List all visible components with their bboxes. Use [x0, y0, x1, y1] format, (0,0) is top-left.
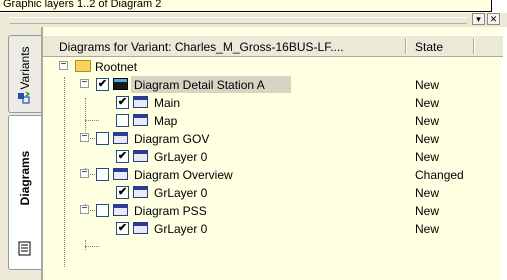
column-separator[interactable] [473, 38, 475, 54]
folder-icon [75, 60, 91, 72]
pin-dropdown-button[interactable]: ▾ [472, 13, 485, 25]
visibility-checkbox[interactable]: ✔ [96, 78, 109, 91]
tree-node-label: Main [154, 96, 181, 110]
tree-node-label: GrLayer 0 [154, 186, 208, 200]
state-value: Changed [415, 168, 464, 182]
column-header-state[interactable]: State [415, 40, 443, 54]
variants-icon [18, 91, 31, 104]
tree-node-label: Diagram Overview [134, 168, 233, 182]
visibility-checkbox[interactable] [116, 114, 129, 127]
diagram-icon [113, 168, 128, 180]
visibility-checkbox[interactable] [96, 168, 109, 181]
tree-node-label: GrLayer 0 [154, 150, 208, 164]
layer-icon [133, 150, 148, 162]
visibility-checkbox[interactable]: ✔ [116, 222, 129, 235]
collapse-toggle[interactable]: − [59, 60, 68, 70]
close-button[interactable]: ✕ [487, 13, 500, 25]
diagram-icon [113, 204, 128, 216]
layer-icon [133, 222, 148, 234]
state-value: New [415, 132, 440, 146]
tree-node-diagram[interactable]: − Diagram GOV New [43, 130, 503, 148]
tree-node-layer[interactable]: Map New [43, 112, 503, 130]
layer-icon [133, 114, 148, 126]
column-header-name[interactable]: Diagrams for Variant: Charles_M_Gross-16… [59, 40, 344, 54]
collapse-toggle[interactable]: − [80, 204, 89, 214]
visibility-checkbox[interactable]: ✔ [116, 96, 129, 109]
tab-variants-label: Variants [18, 46, 32, 90]
collapse-toggle[interactable]: − [80, 168, 89, 178]
column-separator[interactable] [405, 38, 407, 54]
tree-node-diagram[interactable]: − ✔ Diagram Detail Station A New [43, 76, 503, 94]
tree-node-diagram[interactable]: − Diagram Overview Changed [43, 166, 503, 184]
state-value: New [415, 78, 440, 92]
drag-grip[interactable] [10, 17, 467, 24]
tree-node-layer[interactable]: ✔ GrLayer 0 New [43, 148, 503, 166]
diagram-icon [113, 78, 128, 90]
layer-icon [133, 186, 148, 198]
tree-node-label: Diagram Detail Station A [134, 78, 265, 92]
tree-node-layer[interactable]: ✔ GrLayer 0 New [43, 220, 503, 238]
visibility-checkbox[interactable]: ✔ [116, 186, 129, 199]
panel-titlebar: ▾ ✕ [0, 13, 507, 27]
diagram-icon [113, 132, 128, 144]
visibility-checkbox[interactable] [96, 132, 109, 145]
tree-node-label: GrLayer 0 [154, 222, 208, 236]
side-tab-strip: Variants Diagrams [0, 27, 42, 280]
tab-variants[interactable]: Variants [8, 35, 41, 113]
tree-node-label: Diagram PSS [134, 204, 207, 218]
state-value: New [415, 150, 440, 164]
tooltip: Graphic layers 1..2 of Diagram 2 [0, 0, 492, 12]
tree-connector [85, 246, 99, 247]
tree-node-layer[interactable]: ✔ Main New [43, 94, 503, 112]
state-value: New [415, 222, 440, 236]
tab-diagrams[interactable]: Diagrams [8, 115, 41, 270]
tree-connector [85, 240, 86, 250]
visibility-checkbox[interactable] [96, 204, 109, 217]
diagrams-icon [18, 241, 31, 256]
collapse-toggle[interactable]: − [80, 78, 89, 88]
column-header: Diagrams for Variant: Charles_M_Gross-16… [43, 35, 503, 57]
tree-node-label: Map [154, 114, 178, 128]
tree-node-label: Rootnet [95, 60, 138, 74]
tree-node-diagram[interactable]: − Diagram PSS New [43, 202, 503, 220]
tree-node-layer[interactable]: ✔ GrLayer 0 New [43, 184, 503, 202]
collapse-toggle[interactable]: − [80, 132, 89, 142]
visibility-checkbox[interactable]: ✔ [116, 150, 129, 163]
state-value: New [415, 204, 440, 218]
state-value: New [415, 96, 440, 110]
tree-node-label: Diagram GOV [134, 132, 210, 146]
tree-node-rootnet[interactable]: − Rootnet [43, 58, 503, 76]
state-value: New [415, 114, 440, 128]
tooltip-text: Graphic layers 1..2 of Diagram 2 [3, 0, 162, 10]
diagrams-tree-panel: Diagrams for Variant: Charles_M_Gross-16… [42, 27, 503, 280]
state-value: New [415, 186, 440, 200]
layer-icon [133, 96, 148, 108]
tab-diagrams-label: Diagrams [18, 150, 32, 206]
